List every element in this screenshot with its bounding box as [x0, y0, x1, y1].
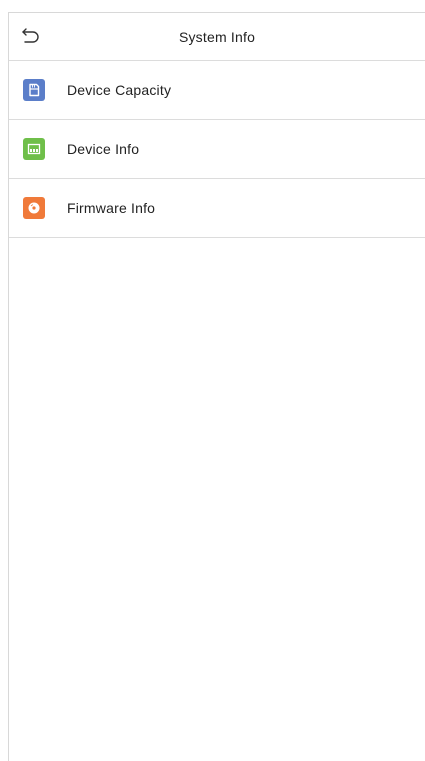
back-button[interactable] [19, 24, 43, 48]
sd-card-icon [23, 79, 45, 101]
device-icon [23, 138, 45, 160]
menu-item-label: Device Info [67, 141, 140, 157]
disc-icon [23, 197, 45, 219]
back-arrow-icon [22, 28, 39, 43]
menu-item-firmware-info[interactable]: Firmware Info [9, 179, 425, 238]
header-bar: System Info [9, 13, 425, 61]
menu-item-label: Firmware Info [67, 200, 156, 216]
menu-item-device-info[interactable]: Device Info [9, 120, 425, 179]
menu-item-label: Device Capacity [67, 82, 172, 98]
page-title: System Info [178, 28, 256, 45]
menu-item-device-capacity[interactable]: Device Capacity [9, 61, 425, 120]
system-info-screen: System Info Device Capacity Device Info [8, 12, 425, 761]
